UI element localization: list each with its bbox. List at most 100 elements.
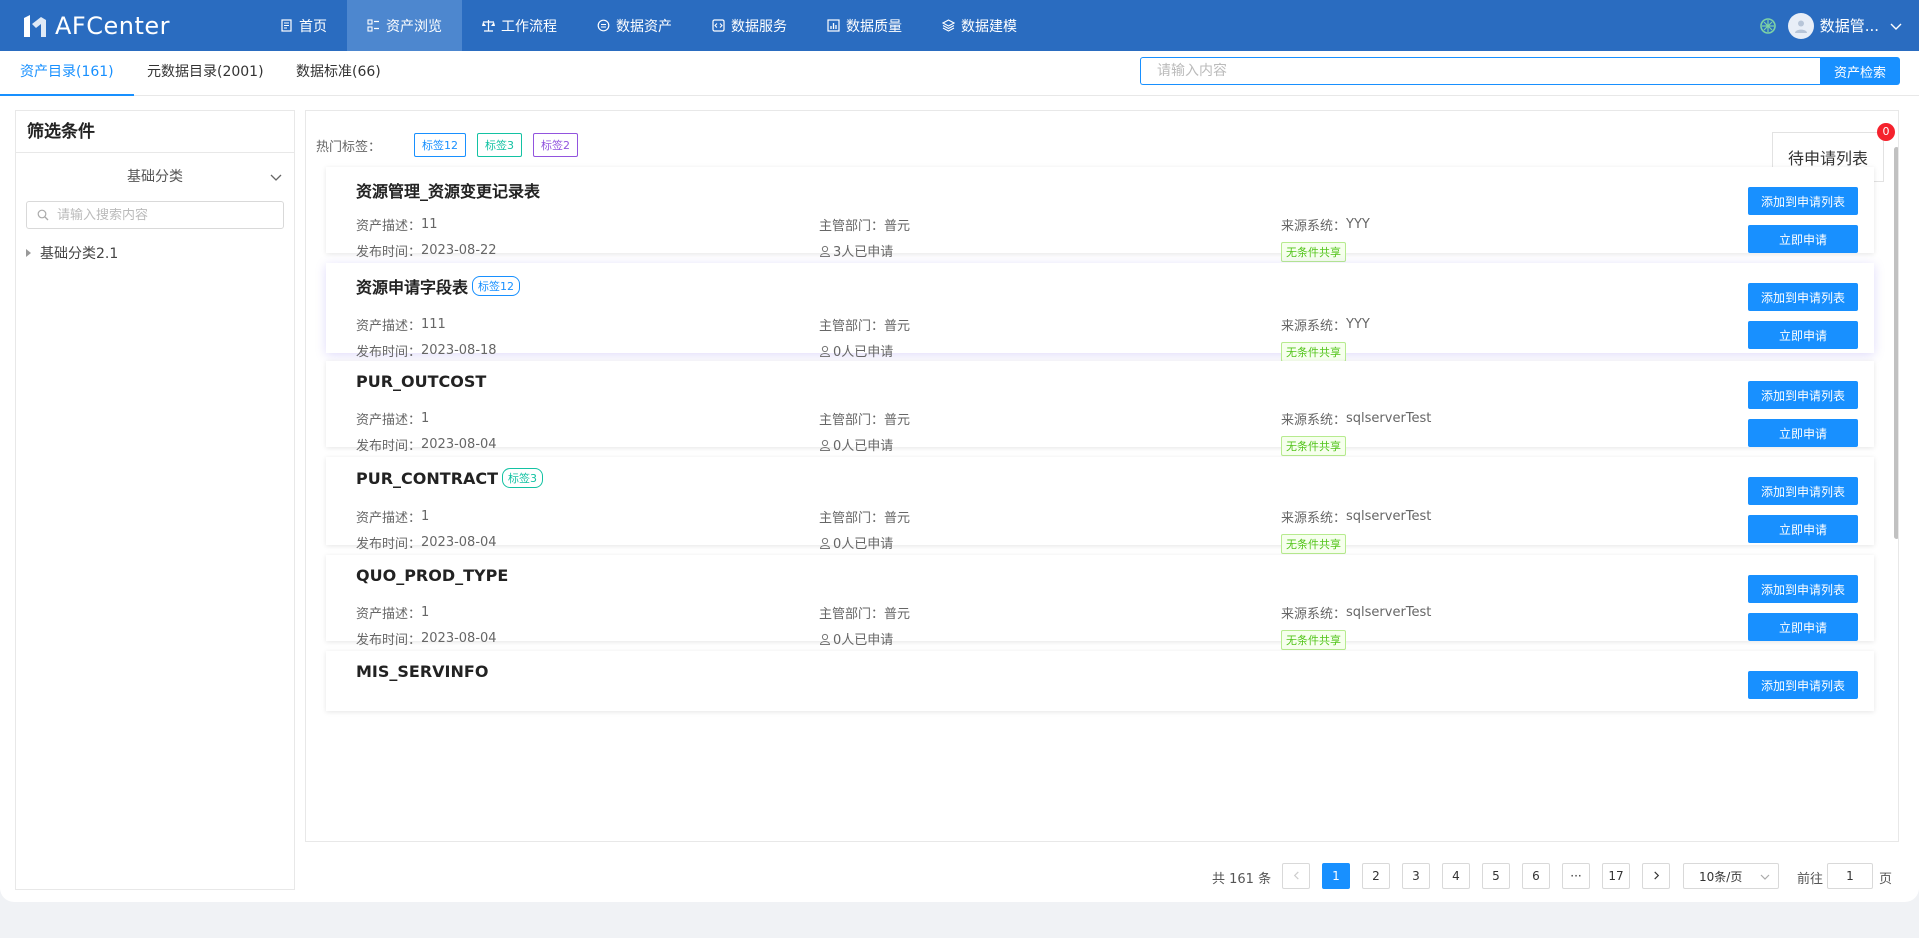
search-button[interactable]: 资产检索: [1820, 57, 1900, 85]
asset-title[interactable]: 资源管理_资源变更记录表: [356, 178, 540, 202]
asset-card[interactable]: PUR_OUTCOST 资产描述： 1 主管部门： 普元 来源系统： sqlserverTe…: [326, 361, 1874, 456]
field-value: 0人已申请: [833, 345, 894, 360]
add-to-list-button[interactable]: 添加到申请列表: [1748, 283, 1858, 311]
share-status-badge: 无条件共享: [1281, 630, 1346, 650]
asset-publish-time: 发布时间： 2023-08-04: [356, 533, 497, 552]
asset-title[interactable]: MIS_SERVINFO: [356, 662, 488, 681]
page-button[interactable]: 17: [1602, 863, 1630, 889]
page-button[interactable]: 6: [1522, 863, 1550, 889]
field-label: 资产描述：: [356, 511, 422, 526]
caret-right-icon[interactable]: [26, 249, 31, 257]
tab-metadata-catalog[interactable]: 元数据目录(2001): [127, 51, 284, 96]
share-status-badge: 无条件共享: [1281, 342, 1346, 362]
assistant-icon[interactable]: [1758, 16, 1778, 36]
page-button[interactable]: 1: [1322, 863, 1350, 889]
nav-item-5[interactable]: 数据质量: [807, 0, 922, 51]
field-value: 2023-08-18: [421, 343, 497, 358]
asset-source-system: 来源系统： YYY: [1281, 215, 1370, 234]
add-to-list-button[interactable]: 添加到申请列表: [1748, 381, 1858, 409]
tree-node-label: 基础分类2.1: [40, 246, 119, 262]
asset-department: 主管部门： 普元: [819, 409, 910, 428]
hot-tag[interactable]: 标签3: [477, 133, 523, 157]
add-to-list-button[interactable]: 添加到申请列表: [1748, 187, 1858, 215]
nav-item-6[interactable]: 数据建模: [922, 0, 1037, 51]
tab-data-standards[interactable]: 数据标准(66): [276, 51, 401, 96]
asset-publish-time: 发布时间： 2023-08-22: [356, 241, 497, 260]
search-input[interactable]: [1140, 57, 1820, 85]
asset-title[interactable]: PUR_CONTRACT 标签3: [356, 468, 544, 488]
category-select[interactable]: 基础分类: [16, 153, 294, 201]
prev-page-button[interactable]: [1282, 863, 1310, 889]
page-button[interactable]: 5: [1482, 863, 1510, 889]
next-page-button[interactable]: [1642, 863, 1670, 889]
field-label: 发布时间：: [356, 537, 422, 552]
page-button[interactable]: 3: [1402, 863, 1430, 889]
user-icon: [819, 245, 831, 257]
user-name[interactable]: 数据管...: [1820, 15, 1879, 36]
apply-now-button[interactable]: 立即申请: [1748, 515, 1858, 543]
asset-tag[interactable]: 标签12: [472, 276, 521, 296]
add-to-list-button[interactable]: 添加到申请列表: [1748, 477, 1858, 505]
asset-department: 主管部门： 普元: [819, 603, 910, 622]
asset-title[interactable]: 资源申请字段表 标签12: [356, 274, 521, 298]
layers-icon: [942, 19, 955, 32]
field-value: sqlserverTest: [1346, 509, 1432, 524]
hot-tag[interactable]: 标签12: [414, 133, 467, 157]
asset-card[interactable]: PUR_CONTRACT 标签3 资产描述： 1 主管部门： 普元 来源系统： sqlserv…: [326, 457, 1874, 554]
field-label: 主管部门：: [819, 511, 885, 526]
asset-title[interactable]: PUR_OUTCOST: [356, 372, 486, 391]
add-to-list-button[interactable]: 添加到申请列表: [1748, 575, 1858, 603]
field-value: 普元: [884, 413, 911, 428]
asset-card[interactable]: MIS_SERVINFO 添加到申请列表: [326, 651, 1874, 711]
apply-now-button[interactable]: 立即申请: [1748, 613, 1858, 641]
asset-title-text: PUR_CONTRACT: [356, 468, 499, 488]
avatar[interactable]: [1787, 12, 1814, 39]
filter-title: 筛选条件: [16, 111, 294, 153]
asset-title[interactable]: QUO_PROD_TYPE: [356, 566, 508, 585]
app-logo[interactable]: AFCenter: [0, 0, 260, 51]
nav-item-4[interactable]: 数据服务: [692, 0, 807, 51]
apply-now-button[interactable]: 立即申请: [1748, 225, 1858, 253]
field-label: 发布时间：: [356, 439, 422, 454]
nav-item-1[interactable]: 资产浏览: [347, 0, 462, 51]
scrollbar[interactable]: [1894, 147, 1898, 539]
field-label: 发布时间：: [356, 633, 422, 648]
field-label: 主管部门：: [819, 219, 885, 234]
share-status-badge: 无条件共享: [1281, 436, 1346, 456]
asset-search: 资产检索: [1140, 57, 1900, 85]
apply-now-button[interactable]: 立即申请: [1748, 419, 1858, 447]
apply-now-button[interactable]: 立即申请: [1748, 321, 1858, 349]
nav-item-3[interactable]: 数据资产: [577, 0, 692, 51]
asset-source-system: 来源系统： sqlserverTest: [1281, 603, 1431, 622]
tab-asset-catalog[interactable]: 资产目录(161): [0, 51, 134, 96]
asset-card[interactable]: 资源申请字段表 标签12 资产描述： 111 主管部门： 普元 来源系统： YYY 发布时间： 2…: [326, 263, 1874, 362]
asset-applicant-count: 0人已申请: [819, 533, 893, 552]
field-value: 0人已申请: [833, 633, 894, 648]
chevron-left-icon: [1293, 871, 1299, 880]
field-label: 来源系统：: [1281, 413, 1347, 428]
database-icon: [597, 19, 610, 32]
field-label: 主管部门：: [819, 607, 885, 622]
asset-tag[interactable]: 标签3: [502, 468, 544, 488]
share-status-badge: 无条件共享: [1281, 242, 1346, 262]
tree-node[interactable]: 基础分类2.1: [16, 243, 294, 263]
page-size-select[interactable]: 10条/页: [1683, 863, 1779, 889]
hot-tag[interactable]: 标签2: [533, 133, 579, 157]
nav-item-2[interactable]: 工作流程: [462, 0, 577, 51]
share-status-badge: 无条件共享: [1281, 534, 1346, 554]
asset-card[interactable]: QUO_PROD_TYPE 资产描述： 1 主管部门： 普元 来源系统： sqlserver…: [326, 555, 1874, 650]
nav-item-label: 工作流程: [501, 18, 557, 35]
filter-search-input[interactable]: [57, 207, 277, 223]
field-label: 来源系统：: [1281, 219, 1347, 234]
field-label: 来源系统：: [1281, 607, 1347, 622]
chevron-down-icon[interactable]: [1889, 19, 1903, 33]
asset-card[interactable]: 资源管理_资源变更记录表 资产描述： 11 主管部门： 普元 来源系统： YYY 发布时间： 2…: [326, 167, 1874, 262]
field-label: 发布时间：: [356, 245, 422, 260]
add-to-list-button[interactable]: 添加到申请列表: [1748, 671, 1858, 699]
page-button[interactable]: 2: [1362, 863, 1390, 889]
goto-page-input[interactable]: [1827, 863, 1873, 889]
field-value: 2023-08-04: [421, 535, 497, 550]
page-button[interactable]: 4: [1442, 863, 1470, 889]
nav-item-0[interactable]: 首页: [260, 0, 347, 51]
page-ellipsis[interactable]: ···: [1562, 863, 1590, 889]
